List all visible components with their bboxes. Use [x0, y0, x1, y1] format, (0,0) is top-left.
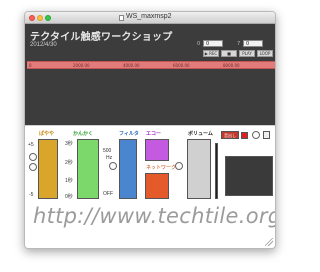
volume-slider[interactable] — [187, 139, 211, 199]
stop-button[interactable]: ■ STOP — [221, 50, 237, 62]
echo-section-label: エコー — [146, 131, 162, 137]
network-slider[interactable] — [145, 173, 169, 199]
red-indicator — [241, 132, 248, 139]
pitch-down-knob[interactable] — [29, 163, 37, 171]
number-field-label-2: 7 — [237, 41, 241, 47]
duration-section-label: かんかく — [73, 131, 94, 137]
resize-grip[interactable] — [265, 238, 273, 246]
number-field-2[interactable]: 0 — [243, 40, 263, 47]
timeline-tick: 6000.00 — [173, 63, 190, 68]
filter-slider[interactable] — [119, 139, 137, 199]
duration-mark: 0秒 — [65, 194, 73, 200]
echo-slider[interactable] — [145, 139, 169, 161]
pitch-top-label: +5 — [28, 142, 34, 148]
timeline-tick: 8000.00 — [223, 63, 240, 68]
echo-toggle[interactable] — [175, 162, 183, 170]
record-button[interactable]: ▶ REC — [203, 50, 219, 57]
duration-mark: 1秒 — [65, 178, 73, 184]
window-title: WS_maxmsp2 — [126, 13, 172, 20]
timeline-bar[interactable]: 0 2000.00 4000.00 6000.00 8000.00 — [27, 61, 275, 69]
duration-slider[interactable] — [77, 139, 99, 199]
pitch-bottom-label: -5 — [29, 192, 34, 198]
close-window-button[interactable] — [29, 15, 35, 21]
sound-output-button[interactable]: 音出し — [221, 131, 239, 139]
timeline-tick: 0 — [29, 63, 32, 68]
pitch-up-knob[interactable] — [29, 153, 37, 161]
filter-unit-label: Hz — [106, 155, 113, 161]
loop-button[interactable]: LOOP — [257, 50, 273, 57]
app-window: WS_maxmsp2 テクタイル触感ワークショップ 2012/4/30 0 0 … — [24, 11, 276, 249]
app-title: テクタイル触感ワークショップ — [30, 32, 173, 43]
network-label: ネットワーク — [146, 165, 177, 171]
speaker-icon[interactable] — [263, 131, 270, 139]
document-icon — [119, 15, 124, 21]
pitch-slider[interactable] — [38, 139, 58, 199]
watermark-url: http://www.techtile.org — [33, 204, 276, 228]
control-panel: ぱやや +5 0 -5 かんかく 3秒 2秒 1秒 0秒 フィルタ 500 Hz… — [25, 125, 275, 201]
number-field-1[interactable]: 0 — [203, 40, 223, 47]
filter-off-label: OFF — [103, 191, 113, 197]
play-button[interactable]: PLAY — [239, 50, 255, 57]
app-date: 2012/4/30 — [30, 42, 57, 48]
duration-mark: 2秒 — [65, 160, 73, 166]
filter-section-label: フィルタ — [119, 131, 139, 137]
patch-header: テクタイル触感ワークショップ 2012/4/30 0 0 7 0 ▶ REC ■… — [25, 24, 275, 125]
filter-toggle[interactable] — [109, 162, 117, 170]
volume-section-label: ボリューム — [188, 131, 213, 137]
volume-meter — [215, 143, 218, 199]
minimize-window-button[interactable] — [37, 15, 43, 21]
toggle-knob[interactable] — [252, 131, 260, 139]
timeline-tick: 2000.00 — [73, 63, 90, 68]
number-field-label-1: 0 — [197, 41, 201, 47]
window-titlebar[interactable]: WS_maxmsp2 — [25, 12, 275, 24]
filter-freq-label: 500 — [103, 148, 112, 154]
pitch-section-label: ぱやや — [39, 131, 55, 137]
watermark-area: http://www.techtile.org — [25, 201, 275, 237]
timeline-tick: 4000.00 — [123, 63, 140, 68]
duration-mark: 3秒 — [65, 141, 73, 147]
multi-slider[interactable] — [225, 156, 273, 196]
maximize-window-button[interactable] — [45, 15, 51, 21]
